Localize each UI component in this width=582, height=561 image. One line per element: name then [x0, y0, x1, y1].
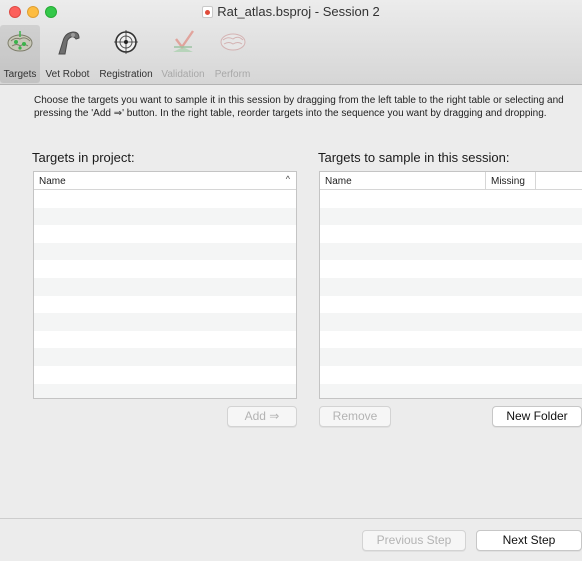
table-row[interactable]	[34, 348, 296, 366]
column-header-name[interactable]: Name	[320, 172, 486, 189]
table-row[interactable]	[320, 383, 582, 398]
column-header-name[interactable]: Name ^	[34, 172, 296, 189]
toolbar-vet-robot[interactable]: Vet Robot	[40, 25, 95, 83]
table-row[interactable]	[34, 295, 296, 314]
session-targets-header: Name Missing	[320, 172, 582, 190]
table-row[interactable]	[34, 277, 296, 296]
project-targets-header: Name ^	[34, 172, 296, 190]
project-targets-rows	[34, 190, 296, 398]
session-targets-table[interactable]: Name Missing	[319, 171, 582, 399]
window-title-bar: Rat_atlas.bsproj - Session 2	[0, 4, 582, 19]
toolbar-validation[interactable]: Validation	[157, 25, 209, 83]
targets-pane: Choose the targets you want to sample it…	[22, 86, 582, 518]
toolbar-registration[interactable]: Registration	[95, 25, 157, 83]
table-row[interactable]	[34, 260, 296, 278]
perform-brain-icon	[220, 33, 245, 51]
toolbar-targets[interactable]: Targets	[0, 25, 40, 83]
table-row[interactable]	[320, 260, 582, 278]
table-row[interactable]	[34, 365, 296, 384]
table-row[interactable]	[320, 225, 582, 243]
left-panel-title: Targets in project:	[32, 150, 135, 165]
toolbar-registration-label: Registration	[99, 69, 153, 80]
table-row[interactable]	[320, 242, 582, 261]
table-row[interactable]	[34, 225, 296, 243]
registration-target-icon	[114, 30, 138, 54]
toolbar-vet-robot-label: Vet Robot	[45, 69, 90, 80]
session-targets-rows	[320, 190, 582, 398]
table-row[interactable]	[320, 365, 582, 384]
table-row[interactable]	[34, 190, 296, 208]
sort-ascending-icon: ^	[285, 174, 290, 184]
document-icon	[202, 6, 214, 18]
toolbar-perform[interactable]: Perform	[209, 25, 256, 83]
table-row[interactable]	[320, 313, 582, 331]
column-header-missing[interactable]: Missing	[486, 172, 536, 189]
toolbar-validation-label: Validation	[161, 69, 205, 80]
brain-targets-icon	[7, 31, 33, 52]
table-row[interactable]	[320, 330, 582, 349]
table-row[interactable]	[320, 207, 582, 226]
table-row[interactable]	[320, 295, 582, 314]
right-panel-title: Targets to sample in this session:	[318, 150, 510, 165]
column-header-name-label: Name	[39, 176, 66, 187]
table-row[interactable]	[34, 242, 296, 261]
toolbar-perform-label: Perform	[214, 69, 251, 80]
footer-divider	[0, 518, 582, 519]
title-toolbar-area: Rat_atlas.bsproj - Session 2 Targets Vet…	[0, 0, 582, 85]
add-button[interactable]: Add ⇒	[227, 406, 297, 427]
instructions-text: Choose the targets you want to sample it…	[34, 95, 564, 119]
toolbar: Targets Vet Robot Registration Validatio…	[0, 25, 256, 83]
table-row[interactable]	[34, 330, 296, 349]
remove-button[interactable]: Remove	[319, 406, 391, 427]
table-row[interactable]	[34, 383, 296, 398]
validation-icon	[173, 30, 194, 52]
table-row[interactable]	[34, 207, 296, 226]
table-row[interactable]	[320, 190, 582, 208]
table-row[interactable]	[320, 348, 582, 366]
robot-arm-icon	[57, 31, 80, 55]
new-folder-button[interactable]: New Folder	[492, 406, 582, 427]
main-window: Rat_atlas.bsproj - Session 2 Targets Vet…	[0, 0, 582, 561]
toolbar-targets-label: Targets	[3, 69, 37, 80]
project-targets-table[interactable]: Name ^	[33, 171, 297, 399]
previous-step-button[interactable]: Previous Step	[362, 530, 466, 551]
window-title: Rat_atlas.bsproj - Session 2	[217, 4, 380, 19]
next-step-button[interactable]: Next Step	[476, 530, 582, 551]
table-row[interactable]	[320, 277, 582, 296]
table-row[interactable]	[34, 313, 296, 331]
